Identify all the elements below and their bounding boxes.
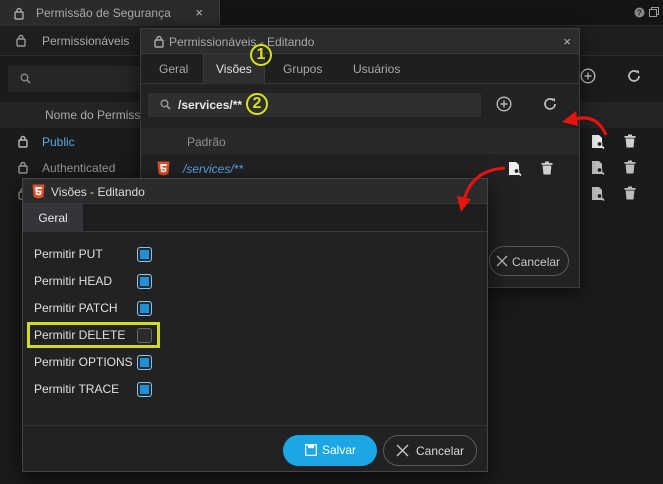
red-arrow-icon	[457, 166, 506, 212]
annotation-arrows	[457, 111, 608, 212]
red-arrow-icon	[562, 111, 608, 136]
